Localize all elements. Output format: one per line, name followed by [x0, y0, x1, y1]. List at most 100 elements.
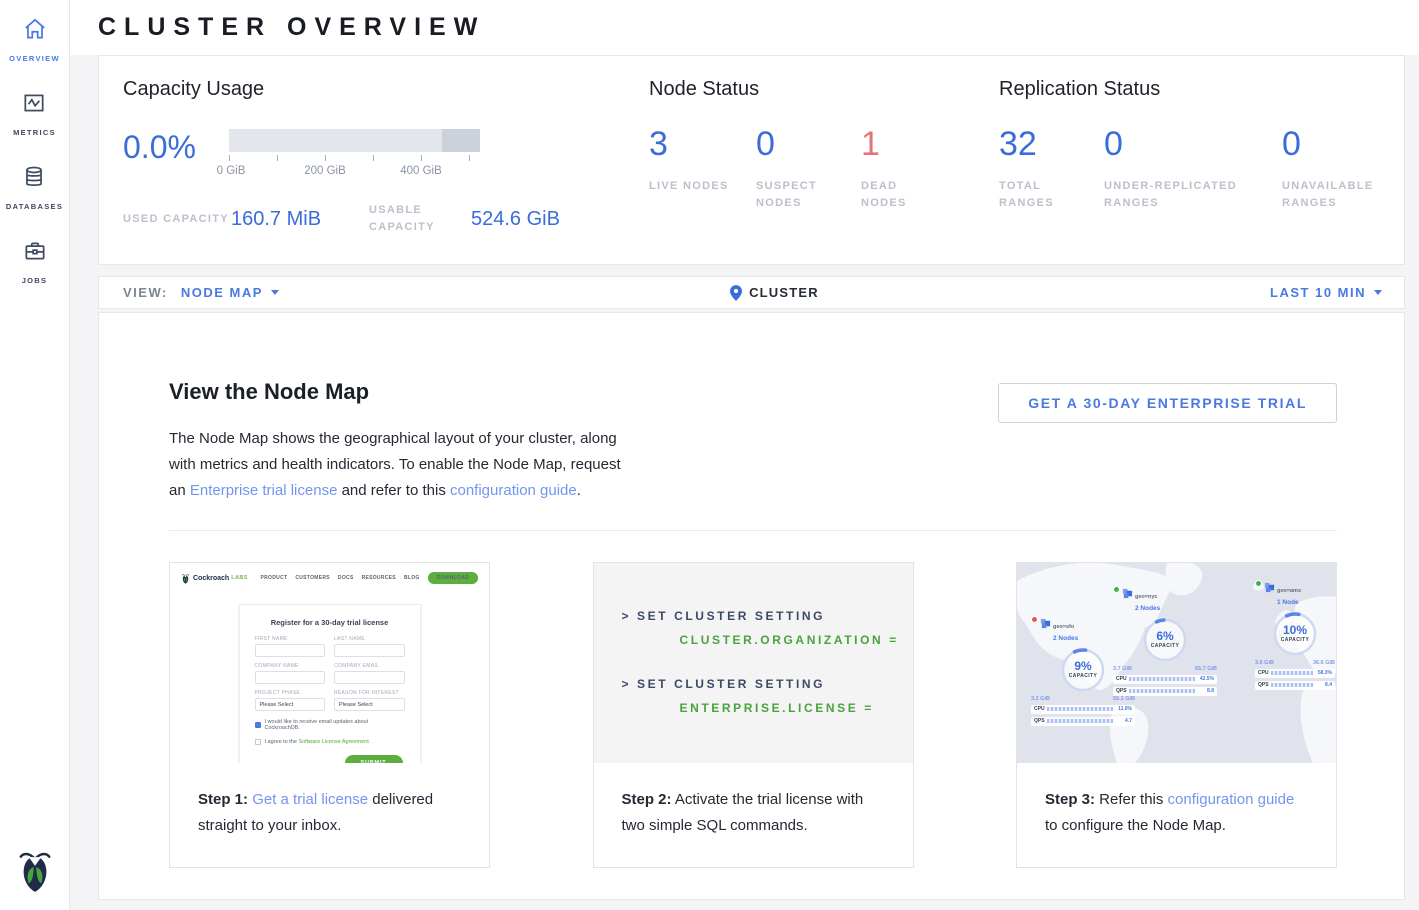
live-nodes-value: 3	[649, 125, 756, 164]
step2-label: Step 2:	[622, 791, 672, 808]
under-replicated-ranges-stat: 0 UNDER-REPLICATED RANGES	[1104, 125, 1282, 212]
sidebar-item-label: METRICS	[13, 128, 56, 137]
sidebar-item-label: JOBS	[22, 276, 48, 285]
capacity-gauge: 0 GiB 200 GiB 400 GiB	[229, 125, 480, 180]
configuration-guide-link[interactable]: configuration guide	[450, 482, 577, 499]
enterprise-trial-button[interactable]: GET A 30-DAY ENTERPRISE TRIAL	[998, 383, 1337, 423]
cpu-label: CPU	[1116, 676, 1129, 682]
chevron-down-icon	[271, 290, 279, 295]
unavailable-ranges-label: UNAVAILABLE RANGES	[1282, 178, 1392, 212]
total-ranges-value: 32	[999, 125, 1104, 164]
capacity-donut: 9% CAPACITY	[1059, 646, 1107, 694]
status-dot-red	[1031, 616, 1038, 623]
usable-capacity-value: 524.6 GiB	[471, 208, 609, 231]
live-nodes-label: LIVE NODES	[649, 178, 729, 195]
view-toolbar: VIEW: NODE MAP CLUSTER LAST 10 MIN	[98, 276, 1405, 309]
capacity-label: CAPACITY	[1271, 637, 1319, 643]
status-dot-green	[1113, 586, 1120, 593]
sql-prompt: > SET CLUSTER SETTING	[622, 609, 913, 623]
live-nodes-stat: 3 LIVE NODES	[649, 125, 756, 212]
capacity-gauge-tick-labels: 0 GiB 200 GiB 400 GiB	[229, 165, 480, 180]
nav-item: RESOURCES	[362, 575, 396, 581]
field-label: LAST NAME	[334, 636, 405, 642]
get-trial-license-link[interactable]: Get a trial license	[252, 791, 368, 808]
sidebar-item-label: OVERVIEW	[9, 54, 60, 63]
status-dot-green	[1255, 580, 1262, 587]
view-dropdown[interactable]: NODE MAP	[181, 285, 279, 300]
suspect-nodes-value: 0	[756, 125, 861, 164]
tick-label: 0 GiB	[217, 165, 246, 177]
cpu-value: 11.0%	[1116, 706, 1132, 712]
logo-suffix: LABS	[231, 575, 248, 581]
sql-prompt: > SET CLUSTER SETTING	[622, 677, 913, 691]
capacity-gauge-ticks	[229, 155, 480, 164]
company-email-field	[334, 671, 405, 684]
license-agreement-link: Software License Agreement.	[298, 739, 370, 745]
first-name-field	[255, 644, 326, 657]
nodes-icon	[1122, 588, 1133, 599]
enterprise-trial-license-link[interactable]: Enterprise trial license	[190, 482, 338, 499]
field-label: PROJECT PHASE	[255, 690, 326, 696]
submit-button: SUBMIT	[345, 755, 403, 763]
under-replicated-ranges-value: 0	[1104, 125, 1282, 164]
dead-nodes-value: 1	[861, 125, 941, 164]
total-capacity: 36.6 GiB	[1313, 660, 1335, 666]
capacity-label: CAPACITY	[1059, 673, 1107, 679]
step2-caption: Step 2: Activate the trial license with …	[594, 763, 913, 867]
form-title: Register for a 30-day trial license	[255, 618, 405, 627]
nav-item: PRODUCT	[261, 575, 288, 581]
breadcrumb[interactable]: CLUSTER	[279, 285, 1270, 301]
qps-value: 4.7	[1116, 718, 1132, 724]
qps-label: QPS	[1116, 688, 1129, 694]
field-label: COMPANY EMAIL	[334, 663, 405, 669]
used-capacity: 3.7 GiB	[1113, 666, 1132, 672]
page-title: CLUSTER OVERVIEW	[98, 13, 485, 42]
qps-bar	[1271, 683, 1313, 687]
step2-sql-snippet: > SET CLUSTER SETTING CLUSTER.ORGANIZATI…	[594, 563, 913, 763]
project-phase-select: Please Select	[255, 698, 326, 711]
cockroachdb-logo	[16, 847, 54, 898]
locality-node-count: 2 Nodes	[1053, 635, 1078, 642]
agree-checkbox-label: I agree to the	[265, 739, 299, 745]
capacity-gauge-reserved-segment	[442, 129, 480, 152]
configuration-guide-link[interactable]: configuration guide	[1168, 791, 1295, 808]
trial-registration-form: Register for a 30-day trial license FIRS…	[239, 604, 421, 763]
capacity-gauge-bar	[229, 129, 480, 152]
sidebar-item-overview[interactable]: OVERVIEW	[9, 16, 60, 63]
sidebar-item-databases[interactable]: DATABASES	[6, 164, 63, 211]
home-icon	[22, 16, 48, 47]
node-map-panel: View the Node Map The Node Map shows the…	[98, 312, 1405, 900]
cpu-bar	[1271, 671, 1313, 675]
replication-status-title: Replication Status	[999, 78, 1404, 101]
sidebar-item-metrics[interactable]: METRICS	[13, 90, 56, 137]
top-bar: CLUSTER OVERVIEW	[70, 0, 1419, 55]
step3-text: to configure the Node Map.	[1045, 817, 1226, 834]
metrics-chart-icon	[21, 90, 47, 121]
sidebar-item-jobs[interactable]: JOBS	[22, 238, 48, 285]
view-label: VIEW:	[123, 285, 168, 300]
breadcrumb-cluster-label: CLUSTER	[749, 285, 819, 300]
locality-nyc: geo=nyc 2 Nodes 6% CAPACITY	[1113, 585, 1217, 696]
chevron-down-icon	[1374, 290, 1382, 295]
replication-status-section: Replication Status 32 TOTAL RANGES 0 UND…	[999, 78, 1404, 264]
step3-caption: Step 3: Refer this configuration guide t…	[1017, 763, 1336, 867]
time-range-dropdown[interactable]: LAST 10 MIN	[1270, 285, 1382, 300]
under-replicated-ranges-label: UNDER-REPLICATED RANGES	[1104, 178, 1264, 212]
field-label: FIRST NAME	[255, 636, 326, 642]
capacity-percent: 9%	[1059, 659, 1107, 673]
step1-card: Cockroach LABS PRODUCT CUSTOMERS DOCS RE…	[169, 562, 490, 868]
suspect-nodes-label: SUSPECT NODES	[756, 178, 836, 212]
cpu-value: 58.3%	[1316, 670, 1332, 676]
cpu-bar	[1047, 707, 1113, 711]
cpu-bar	[1129, 677, 1195, 681]
sql-setting: ENTERPRISE.LICENSE =	[680, 701, 913, 715]
step1-caption: Step 1: Get a trial license delivered st…	[170, 763, 489, 867]
field-label: REASON FOR INTEREST	[334, 690, 405, 696]
nodes-icon	[1040, 618, 1051, 629]
company-name-field	[255, 671, 326, 684]
nav-item: DOCS	[338, 575, 354, 581]
tick-label: 400 GiB	[400, 165, 442, 177]
logo-text: Cockroach	[193, 575, 229, 582]
unavailable-ranges-value: 0	[1282, 125, 1392, 164]
used-capacity-label: USED CAPACITY	[123, 211, 231, 228]
